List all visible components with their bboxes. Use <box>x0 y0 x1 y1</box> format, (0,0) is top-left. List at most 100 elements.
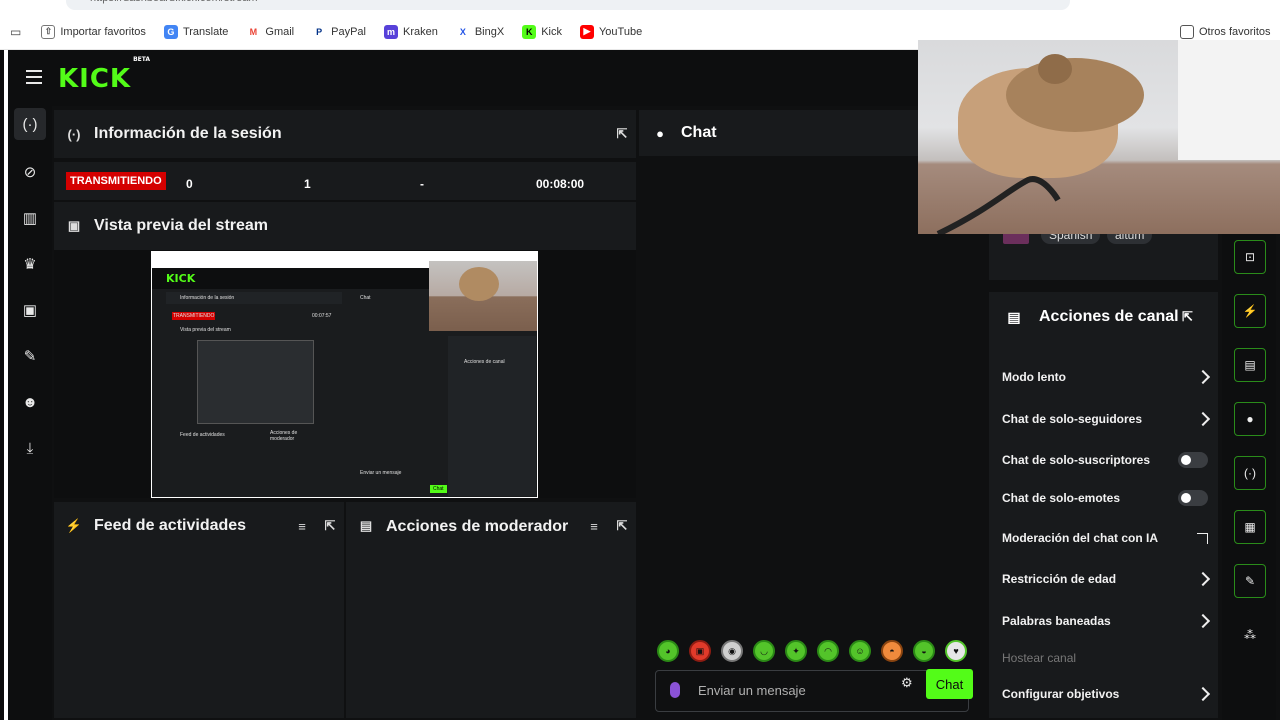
import-icon: ⇧ <box>41 24 56 39</box>
emote-icon[interactable]: ◕ <box>657 640 679 662</box>
feed-title: Feed de actividades <box>94 517 247 534</box>
channel-icon: ▤ <box>1007 308 1021 325</box>
browser-toolbar: https://dashboard.kick.com/stream <box>0 0 1280 14</box>
bookmark-translate[interactable]: G Translate <box>163 24 228 39</box>
session-panel: (·) Información de la sesión ⇱ <box>54 110 636 158</box>
action-banned-words[interactable]: Palabras baneadas <box>1002 606 1211 636</box>
translate-icon: G <box>163 24 178 39</box>
popout-icon[interactable]: ⇱ <box>608 126 636 142</box>
chevron-right-icon <box>1195 686 1211 702</box>
action-subscribers-only: Chat de solo-suscriptores <box>1002 445 1208 475</box>
folder-icon <box>1180 24 1194 39</box>
emote-icon[interactable]: ▣ <box>689 640 711 662</box>
popout-icon[interactable]: ⇱ <box>1182 309 1218 325</box>
chat-send-button[interactable]: Chat <box>926 669 973 699</box>
bookmark-youtube[interactable]: ▶ YouTube <box>579 24 643 39</box>
rail-wrench-icon[interactable]: ✎ <box>1234 564 1266 598</box>
action-ai-moderation[interactable]: Moderación del chat con IA <box>1002 523 1208 553</box>
emotes-toggle[interactable] <box>1178 490 1208 506</box>
webcam-cable <box>936 176 1061 234</box>
rail-layout-icon[interactable]: ▦ <box>1234 510 1266 544</box>
preview-panel: ▣ Vista previa del stream <box>54 202 636 250</box>
preview-session-text: Información de la sesión <box>180 295 235 301</box>
session-stats: TRANSMITIENDO 0 1 - 00:08:00 <box>54 162 636 200</box>
webcam-plush <box>958 54 1144 178</box>
rail-bolt-icon[interactable]: ⚡ <box>1234 294 1266 328</box>
bookmark-bingx[interactable]: X BingX <box>455 24 505 39</box>
chevron-right-icon <box>1195 411 1211 427</box>
preview-logo: KICK <box>166 272 196 285</box>
right-rail: ⊡ ⚡ ▤ ● (·) ▦ ✎ ⁂ <box>1222 228 1276 720</box>
popout-icon[interactable]: ⇱ <box>316 518 344 534</box>
preview-input-text: Enviar un mensaje <box>360 470 402 476</box>
nav-link-icon[interactable]: ⊘ <box>14 156 46 188</box>
emote-icon[interactable]: ◒ <box>913 640 935 662</box>
popout-icon[interactable]: ⇱ <box>608 518 636 534</box>
nav-stream-icon[interactable]: (·) <box>14 108 46 140</box>
chat-placeholder: Enviar un mensaje <box>698 683 806 698</box>
rail-broadcast-icon[interactable]: (·) <box>1234 456 1266 490</box>
chat-message-input[interactable]: Enviar un mensaje <box>655 670 969 712</box>
kick-logo[interactable]: KICKBETA <box>58 56 150 94</box>
nav-video-icon[interactable]: ▣ <box>14 294 46 326</box>
emote-icon[interactable]: ☺ <box>849 640 871 662</box>
youtube-icon: ▶ <box>579 24 594 39</box>
nav-trophy-icon[interactable]: ♛ <box>14 248 46 280</box>
rail-users-icon[interactable]: ⁂ <box>1234 618 1266 652</box>
action-label: Chat de solo-seguidores <box>1002 412 1143 426</box>
bookmark-paypal[interactable]: P PayPal <box>312 24 366 39</box>
tab-list-icon[interactable]: ▭ <box>10 25 21 39</box>
nav-upload-icon[interactable]: ⤓ <box>14 432 46 464</box>
viewers-count: 0 <box>186 177 193 191</box>
action-label: Configurar objetivos <box>1002 687 1120 701</box>
bookmark-label: Kick <box>541 25 562 38</box>
bookmark-label: BingX <box>474 25 505 38</box>
left-navigation: (·) ⊘ ▥ ♛ ▣ ✎ ☻ ⤓ <box>8 106 52 720</box>
moderator-panel: ▤ Acciones de moderador ≡ ⇱ <box>346 502 636 718</box>
chat-settings-icon[interactable]: ⚙ <box>901 675 913 691</box>
emote-icon[interactable]: ◠ <box>817 640 839 662</box>
session-duration: 00:08:00 <box>536 177 585 191</box>
filter-icon[interactable]: ≡ <box>288 519 316 534</box>
rail-document-icon[interactable]: ▤ <box>1234 348 1266 382</box>
rail-focus-icon[interactable]: ⊡ <box>1234 240 1266 274</box>
chevron-right-icon <box>1195 613 1211 629</box>
other-bookmarks[interactable]: Otros favoritos <box>1180 24 1271 39</box>
address-bar[interactable]: https://dashboard.kick.com/stream <box>66 0 1070 10</box>
microphone-icon[interactable] <box>670 682 680 698</box>
rail-chat-icon[interactable]: ● <box>1234 402 1266 436</box>
preview-chat-text: Chat <box>360 295 371 301</box>
action-followers-only[interactable]: Chat de solo-seguidores <box>1002 404 1211 434</box>
bookmark-kraken[interactable]: m Kraken <box>383 24 438 39</box>
emote-icon[interactable]: ✦ <box>785 640 807 662</box>
emote-icon[interactable]: ◡ <box>753 640 775 662</box>
bookmark-label: Kraken <box>402 25 438 38</box>
emote-icon[interactable]: ◉ <box>721 640 743 662</box>
bookmark-kick[interactable]: K Kick <box>522 24 562 39</box>
bookmark-label: Importar favoritos <box>60 25 146 38</box>
chevron-right-icon <box>1195 571 1211 587</box>
emote-icon[interactable]: ♥ <box>945 640 967 662</box>
menu-icon[interactable] <box>26 70 42 84</box>
nav-users-icon[interactable]: ☻ <box>14 386 46 418</box>
bookmark-label: YouTube <box>598 25 643 38</box>
preview-feed-text: Feed de actividades <box>180 432 225 438</box>
action-age-restriction[interactable]: Restricción de edad <box>1002 564 1211 594</box>
preview-preview-text: Vista previa del stream <box>180 327 231 333</box>
bookmark-gmail[interactable]: M Gmail <box>246 24 294 39</box>
nav-analytics-icon[interactable]: ▥ <box>14 202 46 234</box>
subscribers-toggle[interactable] <box>1178 452 1208 468</box>
preview-mod-text: Acciones de moderador <box>270 430 298 442</box>
action-label: Palabras baneadas <box>1002 614 1111 628</box>
filter-icon[interactable]: ≡ <box>580 519 608 534</box>
action-goals[interactable]: Configurar objetivos <box>1002 679 1211 709</box>
action-emotes-only: Chat de solo-emotes <box>1002 483 1208 513</box>
channel-actions-panel: ▤ Acciones de canal ⇱ Modo lento Chat de… <box>989 292 1218 718</box>
action-slow-mode[interactable]: Modo lento <box>1002 362 1211 392</box>
preview-nested <box>197 340 314 424</box>
bookmark-import[interactable]: ⇧ Importar favoritos <box>41 24 146 39</box>
nav-wrench-icon[interactable]: ✎ <box>14 340 46 372</box>
emote-icon[interactable]: ◓ <box>881 640 903 662</box>
chat-bubble-icon: ● <box>656 125 664 141</box>
stream-preview[interactable]: KICK Información de la sesión Chat TRANS… <box>151 251 538 498</box>
